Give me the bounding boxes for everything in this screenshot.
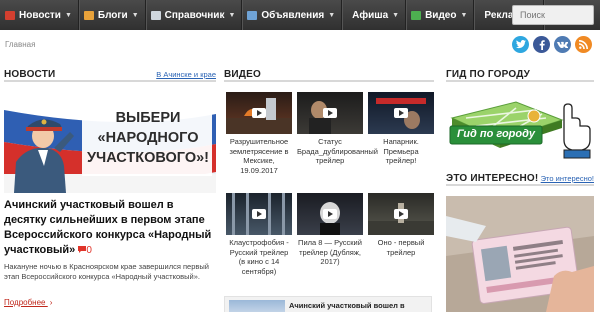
video-title[interactable]: Оно - первый трейлер [368,238,434,257]
related-news-title[interactable]: Ачинский участковый вошел в [289,301,405,310]
city-guide-banner[interactable]: Гид по городу [446,88,594,164]
play-icon [252,209,266,219]
nav-item-label: Справочник [164,9,225,21]
chevron-down-icon: ▼ [64,11,72,19]
interesting-heading: ЭТО ИНТЕРЕСНО! [446,173,539,184]
chevron-down-icon: ▼ [328,11,336,19]
vk-icon[interactable] [554,36,571,53]
news-headline[interactable]: Ачинский участковый вошел в десятку силь… [4,198,216,258]
video-title[interactable]: Разрушительное землетрясение в Мексике, … [226,137,292,175]
video-thumbnail[interactable] [226,193,292,235]
nav-item-video[interactable]: Видео ▼ [406,0,475,30]
banner-line: «НАРОДНОГО [97,130,199,146]
chevron-right-icon: › [49,298,53,307]
banner-line: УЧАСТКОВОГО»! [86,150,209,166]
interesting-image[interactable] [446,196,594,312]
read-more-label[interactable]: Подробнее [4,298,46,307]
twitter-icon[interactable] [512,36,529,53]
play-icon [394,209,408,219]
hero-banner-text: ВЫБЕРИ «НАРОДНОГО УЧАСТКОВОГО»! [84,108,212,168]
news-section-header: НОВОСТИ В Ачинске и крае [4,68,216,82]
top-navigation: Новости ▼ Блоги ▼ Справочник ▼ Объявлени… [0,0,600,30]
play-icon [394,108,408,118]
news-icon [5,10,15,20]
nav-item-news[interactable]: Новости ▼ [0,0,79,30]
nav-item-label: Афиша [352,9,389,21]
video-title[interactable]: Напарник. Премьера трейлер! [368,137,434,166]
video-item[interactable]: Пила 8 — Русский трейлер (Дубляж, 2017) [297,193,363,267]
news-description: Накануне ночью в Красноярском крае завер… [4,262,209,281]
rss-icon[interactable] [575,36,592,53]
nav-item-blogs[interactable]: Блоги ▼ [79,0,146,30]
nav-item-label: Объявления [261,9,325,21]
nav-item-directory[interactable]: Справочник ▼ [146,0,243,30]
video-title[interactable]: Клаустрофобия - Русский трейлер (в кино … [226,238,292,276]
news-headline-text[interactable]: Ачинский участковый вошел в десятку силь… [4,199,211,256]
city-guide-banner-text: Гид по городу [456,128,536,140]
directory-icon [150,10,161,20]
chevron-down-icon: ▼ [228,11,236,19]
search-input[interactable] [512,5,594,25]
chevron-down-icon: ▼ [131,11,139,19]
related-news-card[interactable]: Ачинский участковый вошел в [224,296,432,312]
nav-item-label: Блоги [97,9,128,21]
news-heading: НОВОСТИ [4,69,56,80]
related-news-thumbnail[interactable] [229,300,285,312]
play-icon [323,108,337,118]
video-item[interactable]: Оно - первый трейлер [368,193,434,257]
video-title[interactable]: Пила 8 — Русский трейлер (Дубляж, 2017) [297,238,363,267]
read-more-link[interactable]: Подробнее › [4,298,52,307]
news-region-link[interactable]: В Ачинске и крае [156,70,216,79]
nav-item-label: Видео [425,9,457,21]
video-item[interactable]: Напарник. Премьера трейлер! [368,92,434,166]
banner-line: ВЫБЕРИ [115,110,181,126]
play-icon [252,108,266,118]
video-icon [411,10,422,20]
comment-count[interactable]: 0 [78,245,92,256]
chevron-down-icon: ▼ [460,11,468,19]
social-links [512,36,592,53]
play-icon [323,209,337,219]
blog-icon [83,10,94,20]
video-thumbnail[interactable] [368,193,434,235]
video-thumbnail[interactable] [368,92,434,134]
news-hero-image[interactable]: ВЫБЕРИ «НАРОДНОГО УЧАСТКОВОГО»! [4,92,216,193]
video-item[interactable]: Клаустрофобия - Русский трейлер (в кино … [226,193,292,276]
interesting-link[interactable]: Это интересно! [541,174,594,183]
interesting-section-header: ЭТО ИНТЕРЕСНО! Это интересно! [446,172,594,186]
comment-count-value: 0 [86,245,92,256]
video-title[interactable]: Статус Брада_дублированный трейлер [297,137,378,166]
facebook-icon[interactable] [533,36,550,53]
breadcrumb[interactable]: Главная [5,40,35,49]
video-heading: ВИДЕО [224,69,261,80]
guide-heading: ГИД ПО ГОРОДУ [446,69,531,80]
video-thumbnail[interactable] [226,92,292,134]
ads-icon [247,10,258,20]
chevron-down-icon: ▼ [392,11,400,19]
video-item[interactable]: Статус Брада_дублированный трейлер [297,92,378,166]
guide-section-header: ГИД ПО ГОРОДУ [446,68,594,82]
video-thumbnail[interactable] [297,193,363,235]
nav-item-label: Новости [19,9,61,21]
nav-item-ads[interactable]: Объявления ▼ [242,0,343,30]
video-section-header: ВИДЕО [224,68,434,82]
video-thumbnail[interactable] [297,92,363,134]
video-item[interactable]: Разрушительное землетрясение в Мексике, … [226,92,292,175]
nav-item-afisha[interactable]: Афиша ▼ [342,0,407,30]
